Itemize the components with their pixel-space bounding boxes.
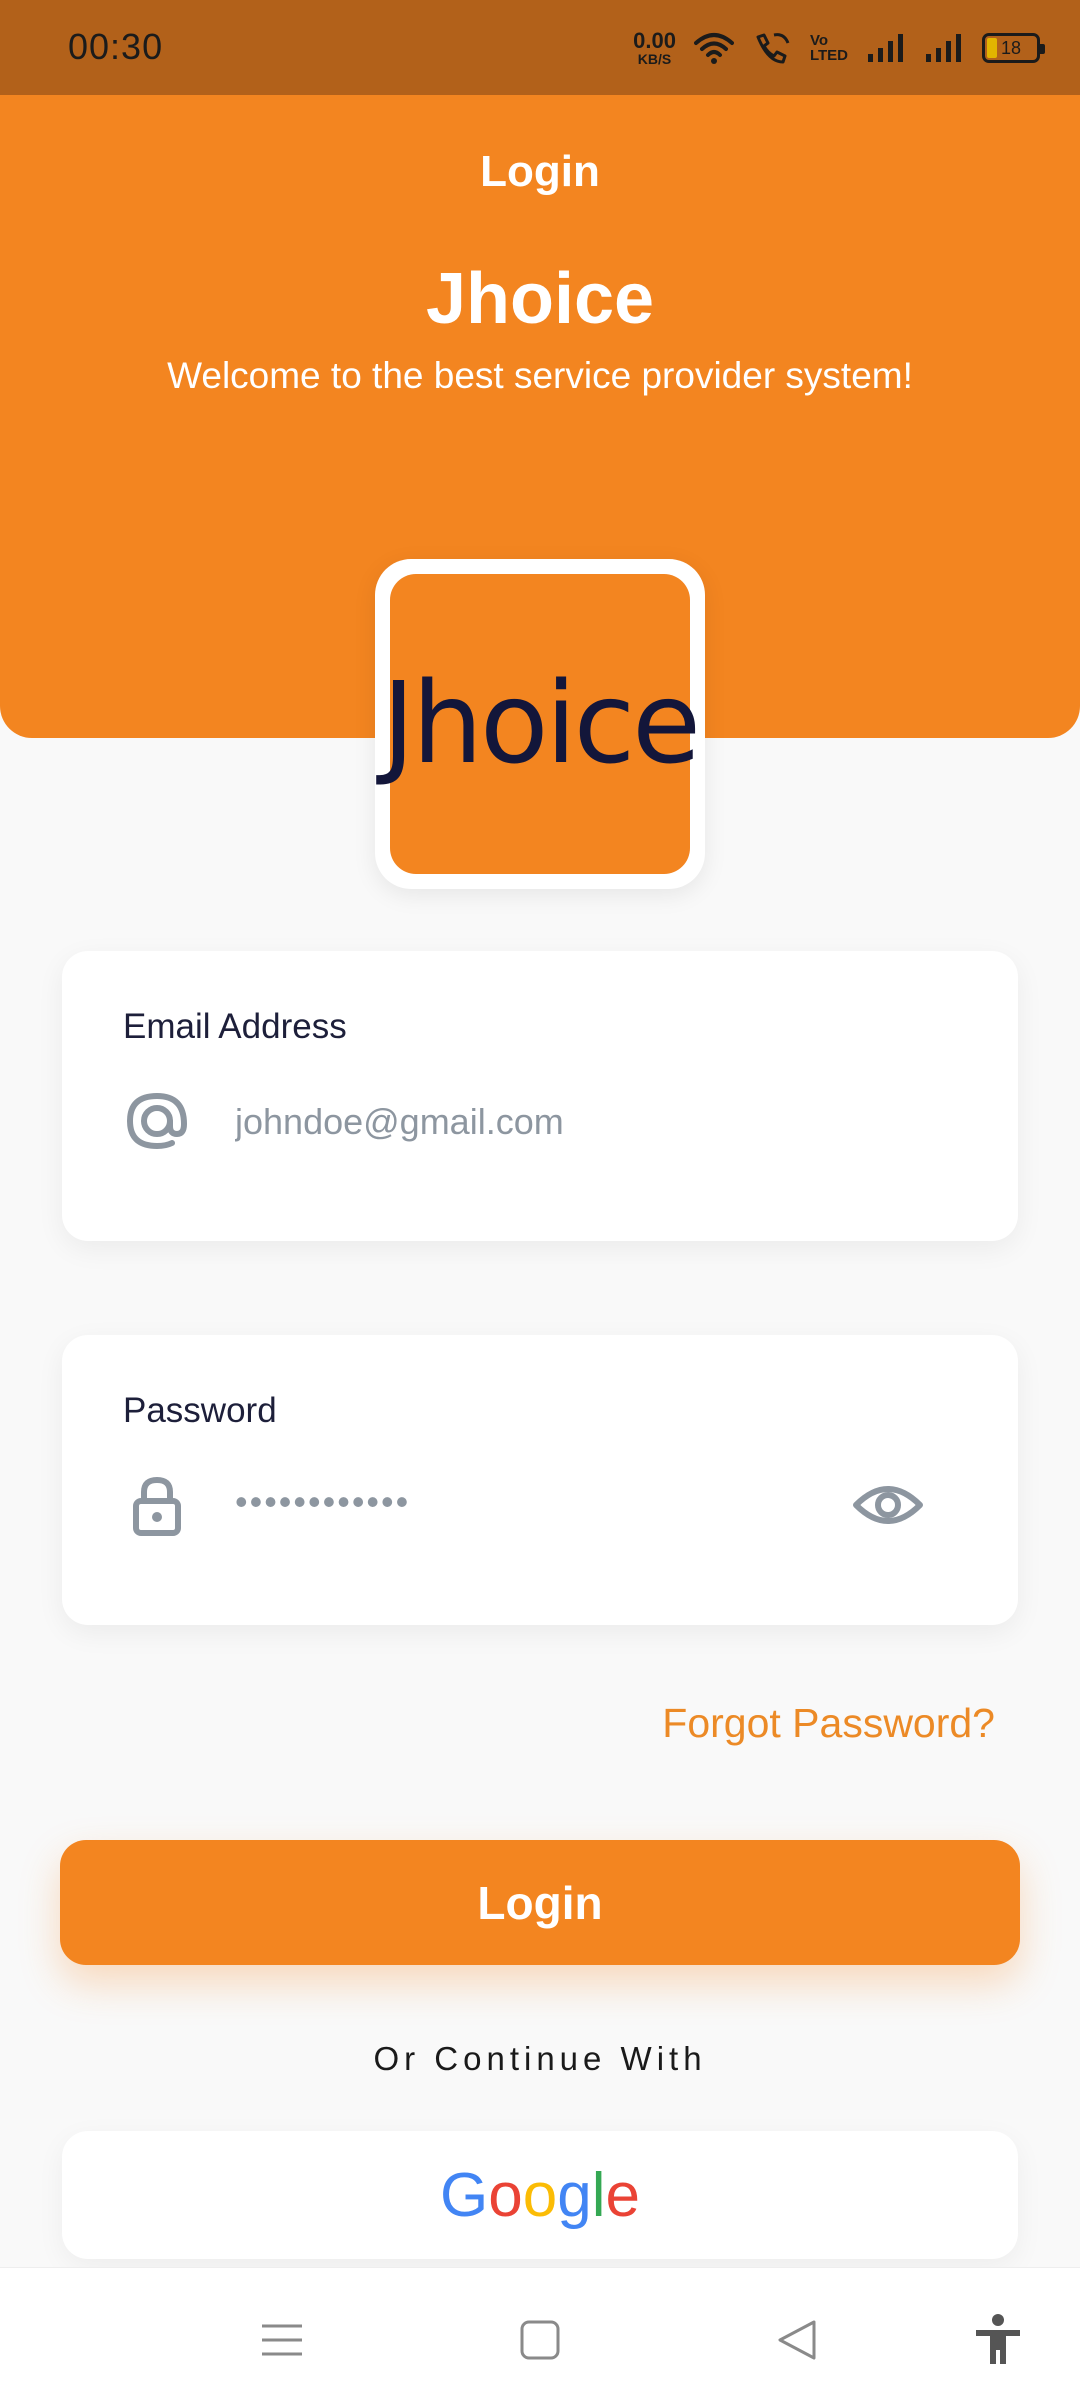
wifi-call-icon <box>756 33 790 64</box>
logo-tile: Jhoice <box>382 574 701 874</box>
password-input[interactable]: •••••••••••• <box>235 1481 410 1523</box>
battery-level: 18 <box>1000 37 1022 58</box>
email-label: Email Address <box>123 1007 347 1046</box>
or-continue-text: Or Continue With <box>373 2040 707 2077</box>
tagline: Welcome to the best service provider sys… <box>167 355 913 396</box>
password-label: Password <box>123 1391 277 1430</box>
google-letter: e <box>605 2160 640 2230</box>
volte-bottom-text: LTED <box>809 47 848 64</box>
menu-icon[interactable] <box>254 2312 310 2368</box>
system-nav-bar <box>0 2267 1080 2400</box>
lock-icon <box>133 1476 181 1536</box>
volte-top-text: Vo <box>809 32 828 49</box>
page-title: Login <box>480 147 600 196</box>
password-card: Password •••••••••••• <box>62 1335 1018 1625</box>
status-time: 00:30 <box>68 26 164 67</box>
signal-icon <box>926 34 961 62</box>
accessibility-icon[interactable] <box>970 2312 1026 2368</box>
login-button[interactable]: Login <box>60 1840 1020 1965</box>
forgot-password-link[interactable]: Forgot Password? <box>662 1700 995 1747</box>
google-letter: o <box>522 2160 558 2230</box>
google-login-button[interactable]: Google <box>62 2131 1018 2259</box>
wifi-icon <box>693 33 734 64</box>
back-triangle-icon[interactable] <box>770 2312 826 2368</box>
network-speed-value: 0.00 <box>633 28 676 53</box>
app-logo: Jhoice <box>375 559 705 889</box>
logo-text: Jhoice <box>381 659 701 789</box>
network-speed: 0.00 KB/S <box>633 28 676 67</box>
volte-icon: Vo LTED <box>810 33 848 63</box>
google-letter: g <box>557 2160 592 2230</box>
status-icons: 0.00 KB/S Vo LTED 18 <box>633 26 1045 70</box>
email-card: Email Address <box>62 951 1018 1241</box>
google-letter: l <box>591 2160 606 2230</box>
app-name: Jhoice <box>425 259 655 339</box>
email-input[interactable] <box>235 1087 855 1157</box>
at-sign-icon <box>126 1092 188 1150</box>
google-letter: G <box>440 2160 489 2230</box>
battery-icon: 18 <box>982 33 1045 63</box>
signal-icon <box>868 34 903 62</box>
eye-icon[interactable] <box>848 1465 928 1545</box>
home-square-icon[interactable] <box>512 2312 568 2368</box>
status-bar: 00:30 0.00 KB/S Vo LTED 18 <box>0 0 1080 95</box>
network-speed-unit: KB/S <box>637 51 672 67</box>
google-letter: o <box>488 2160 523 2230</box>
